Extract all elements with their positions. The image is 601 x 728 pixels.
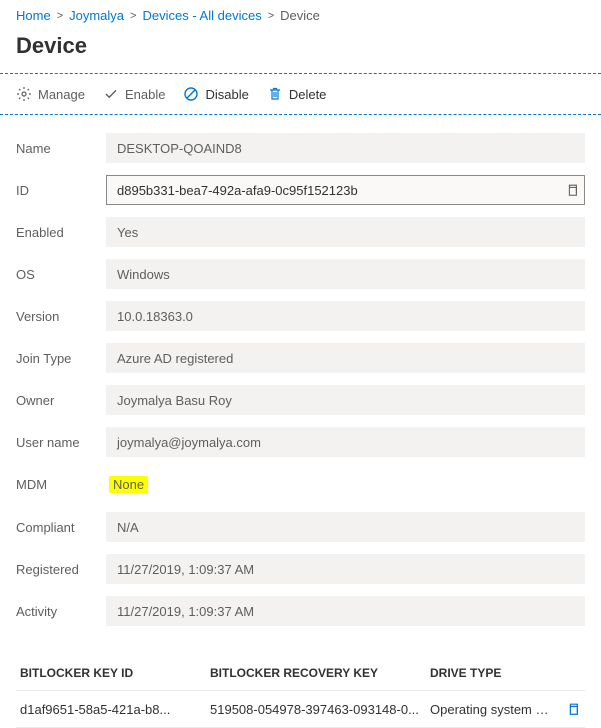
field-join-type: Join Type Azure AD registered: [16, 343, 585, 373]
breadcrumb-current: Device: [280, 8, 320, 23]
field-enabled: Enabled Yes: [16, 217, 585, 247]
manage-button[interactable]: Manage: [16, 86, 85, 102]
value-owner: Joymalya Basu Roy: [106, 385, 585, 415]
label-user-name: User name: [16, 435, 106, 450]
delete-button[interactable]: Delete: [267, 86, 327, 102]
col-key-id[interactable]: BitLocker Key ID: [20, 666, 200, 680]
breadcrumb: Home > Joymalya > Devices - All devices …: [0, 0, 601, 27]
field-owner: Owner Joymalya Basu Roy: [16, 385, 585, 415]
breadcrumb-home[interactable]: Home: [16, 8, 51, 23]
enable-button[interactable]: Enable: [103, 86, 165, 102]
field-name: Name DESKTOP-QOAIND8: [16, 133, 585, 163]
copy-icon[interactable]: [564, 182, 580, 198]
value-join-type: Azure AD registered: [106, 343, 585, 373]
col-recovery-key[interactable]: BitLocker Recovery Key: [210, 666, 420, 680]
field-registered: Registered 11/27/2019, 1:09:37 AM: [16, 554, 585, 584]
label-activity: Activity: [16, 604, 106, 619]
label-enabled: Enabled: [16, 225, 106, 240]
copy-icon[interactable]: [565, 701, 581, 717]
chevron-right-icon: >: [130, 10, 136, 22]
value-user-name: joymalya@joymalya.com: [106, 427, 585, 457]
label-id: ID: [16, 183, 106, 198]
value-id[interactable]: d895b331-bea7-492a-afa9-0c95f152123b: [106, 175, 585, 205]
label-version: Version: [16, 309, 106, 324]
label-join-type: Join Type: [16, 351, 106, 366]
manage-label: Manage: [38, 87, 85, 102]
gear-icon: [16, 86, 32, 102]
table-header: BitLocker Key ID BitLocker Recovery Key …: [16, 656, 585, 691]
toolbar: Manage Enable Disable Delete: [0, 74, 601, 114]
trash-icon: [267, 86, 283, 102]
label-registered: Registered: [16, 562, 106, 577]
label-mdm: MDM: [16, 477, 106, 492]
label-os: OS: [16, 267, 106, 282]
field-os: OS Windows: [16, 259, 585, 289]
page-title: Device: [0, 27, 601, 73]
breadcrumb-devices[interactable]: Devices - All devices: [142, 8, 261, 23]
cell-drive-type: Operating system drive: [430, 702, 555, 717]
bitlocker-table: BitLocker Key ID BitLocker Recovery Key …: [0, 646, 601, 728]
breadcrumb-joymalya[interactable]: Joymalya: [69, 8, 124, 23]
value-activity: 11/27/2019, 1:09:37 AM: [106, 596, 585, 626]
field-activity: Activity 11/27/2019, 1:09:37 AM: [16, 596, 585, 626]
cell-key-id: d1af9651-58a5-421a-b8...: [20, 702, 200, 717]
label-owner: Owner: [16, 393, 106, 408]
chevron-right-icon: >: [57, 10, 63, 22]
col-drive-type[interactable]: Drive Type: [430, 666, 555, 680]
field-compliant: Compliant N/A: [16, 512, 585, 542]
mdm-highlight: None: [109, 476, 148, 493]
value-compliant: N/A: [106, 512, 585, 542]
id-text: d895b331-bea7-492a-afa9-0c95f152123b: [117, 183, 358, 198]
value-name: DESKTOP-QOAIND8: [106, 133, 585, 163]
field-user-name: User name joymalya@joymalya.com: [16, 427, 585, 457]
cell-recovery-key: 519508-054978-397463-093148-0...: [210, 702, 420, 717]
disable-label: Disable: [205, 87, 248, 102]
disable-button[interactable]: Disable: [183, 86, 248, 102]
device-details: Name DESKTOP-QOAIND8 ID d895b331-bea7-49…: [0, 115, 601, 646]
value-os: Windows: [106, 259, 585, 289]
disable-icon: [183, 86, 199, 102]
value-enabled: Yes: [106, 217, 585, 247]
label-compliant: Compliant: [16, 520, 106, 535]
field-id: ID d895b331-bea7-492a-afa9-0c95f152123b: [16, 175, 585, 205]
delete-label: Delete: [289, 87, 327, 102]
value-version: 10.0.18363.0: [106, 301, 585, 331]
value-mdm: None: [106, 469, 159, 500]
enable-label: Enable: [125, 87, 165, 102]
field-version: Version 10.0.18363.0: [16, 301, 585, 331]
chevron-right-icon: >: [268, 10, 274, 22]
field-mdm: MDM None: [16, 469, 585, 500]
value-registered: 11/27/2019, 1:09:37 AM: [106, 554, 585, 584]
label-name: Name: [16, 141, 106, 156]
check-icon: [103, 86, 119, 102]
